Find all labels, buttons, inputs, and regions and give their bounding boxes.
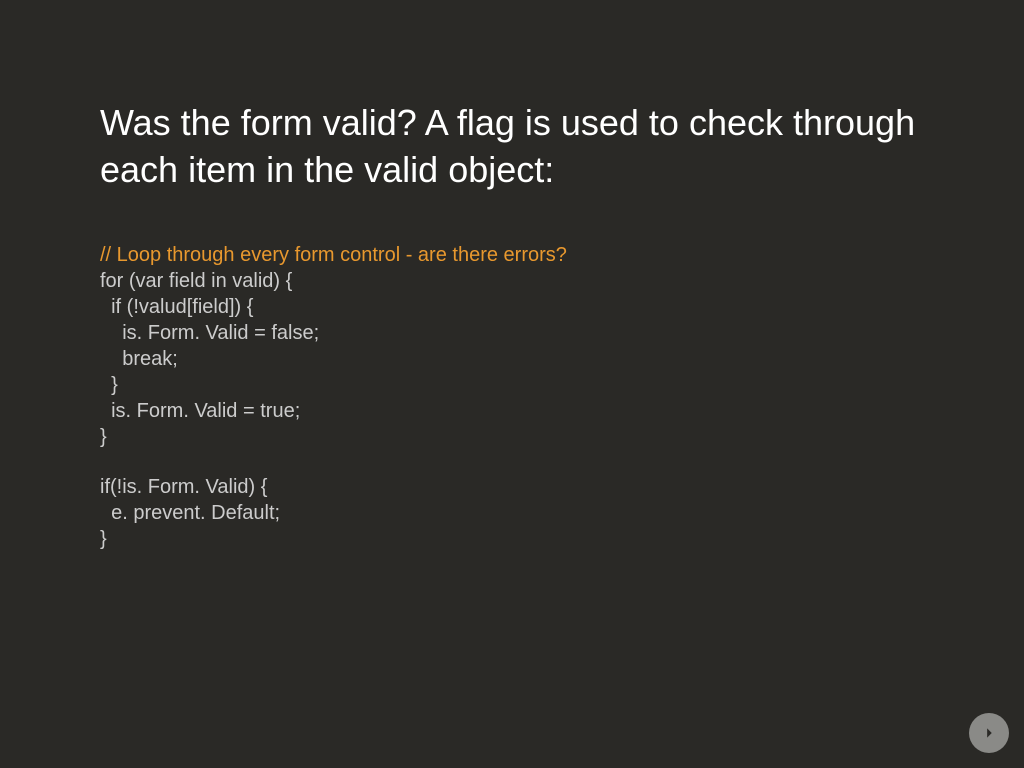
code-line: for (var field in valid) { <box>100 268 924 294</box>
next-button[interactable] <box>969 713 1009 753</box>
code-line: is. Form. Valid = true; <box>100 398 924 424</box>
arrow-right-icon <box>978 722 1000 744</box>
slide-title: Was the form valid? A flag is used to ch… <box>100 100 924 194</box>
code-comment: // Loop through every form control - are… <box>100 242 924 268</box>
code-spacer <box>100 450 924 474</box>
code-line: e. prevent. Default; <box>100 500 924 526</box>
code-line: } <box>100 372 924 398</box>
code-line: if(!is. Form. Valid) { <box>100 474 924 500</box>
code-line: if (!valud[field]) { <box>100 294 924 320</box>
code-line: } <box>100 526 924 552</box>
code-line: break; <box>100 346 924 372</box>
code-line: } <box>100 424 924 450</box>
code-line: is. Form. Valid = false; <box>100 320 924 346</box>
code-block: // Loop through every form control - are… <box>100 242 924 552</box>
slide-content: Was the form valid? A flag is used to ch… <box>0 0 1024 552</box>
